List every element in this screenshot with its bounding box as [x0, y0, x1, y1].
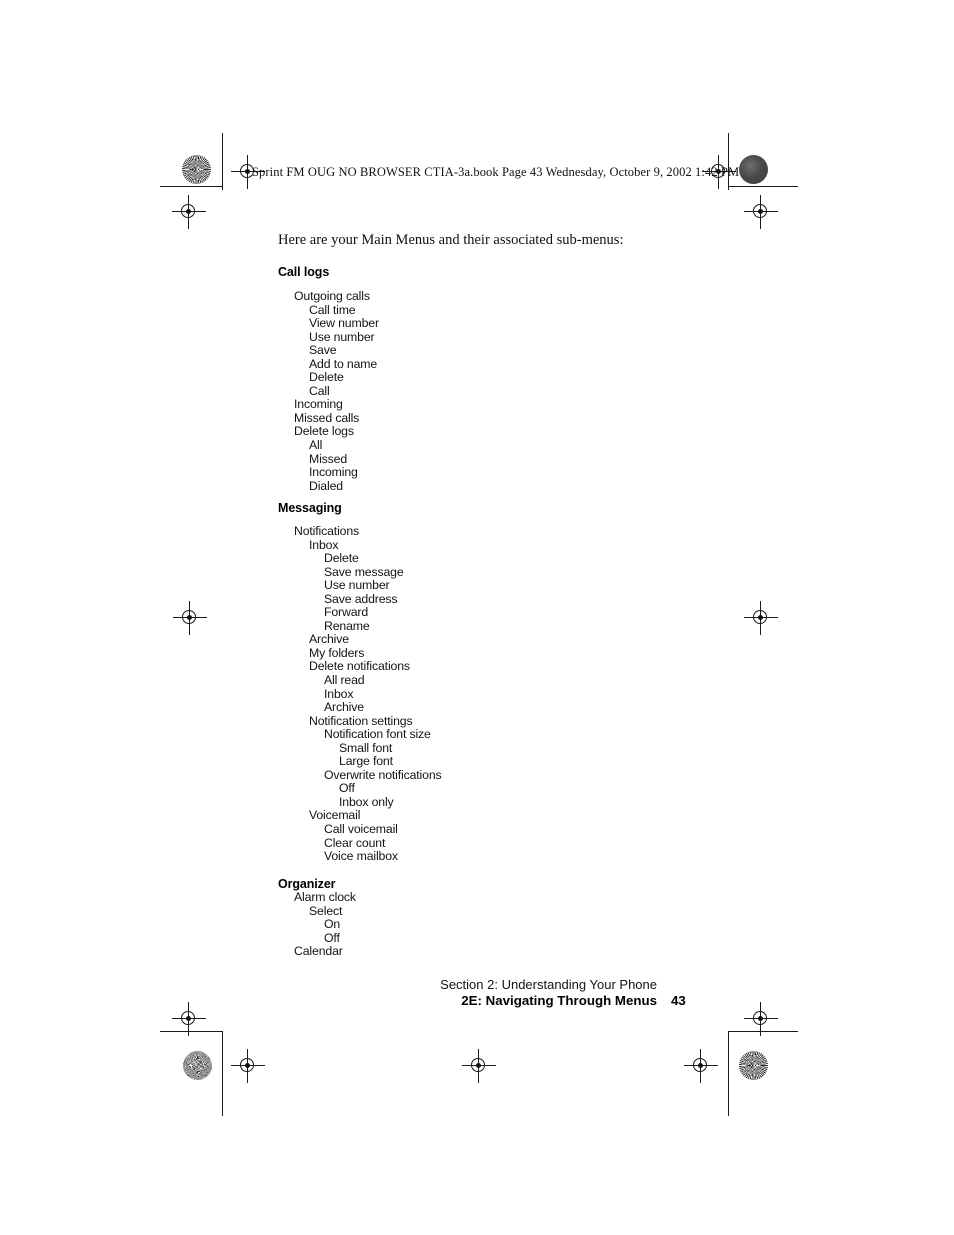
menu-item: Voicemail: [309, 808, 361, 823]
menu-item: Call time: [309, 302, 356, 317]
halftone-target-bottom-right: [739, 1051, 768, 1080]
menu-item: Missed: [309, 451, 348, 466]
menu-item: Save address: [324, 591, 398, 606]
menu-item: Clear count: [324, 835, 386, 850]
footer-page-number: 43: [671, 993, 686, 1008]
menu-item: Add to name: [309, 356, 378, 371]
menu-item: Inbox only: [339, 794, 394, 809]
registration-mark-middle-right: [744, 601, 778, 635]
halftone-target-top-right: [739, 155, 768, 184]
registration-mark-bottom-right-inner: [684, 1049, 718, 1083]
trim-rule-vertical-bottom-left: [222, 1031, 224, 1116]
menu-item: All: [309, 438, 323, 453]
trim-rule-bottom-left: [160, 1031, 222, 1033]
menu-item: Incoming: [309, 465, 358, 480]
menu-item: Delete logs: [294, 424, 354, 439]
menu-item: On: [324, 917, 341, 932]
printed-page: Sprint FM OUG NO BROWSER CTIA-3a.book Pa…: [0, 0, 954, 1235]
menu-item: Archive: [324, 700, 364, 715]
menu-item: Delete: [324, 551, 359, 566]
section-heading-organizer: Organizer: [278, 877, 336, 891]
registration-mark-upper-right: [744, 195, 778, 229]
menu-item: View number: [309, 316, 379, 331]
menu-list-organizer: Alarm clock Select On Off Calendar: [294, 890, 356, 959]
trim-rule-top-right: [728, 186, 798, 188]
trim-rule-bottom-right: [728, 1031, 798, 1033]
menu-item: Dialed: [309, 478, 343, 493]
menu-item: Missed calls: [294, 410, 360, 425]
menu-item: Overwrite notifications: [324, 767, 442, 782]
menu-item: My folders: [309, 645, 365, 660]
menu-item: Notification font size: [324, 727, 431, 742]
menu-item: Save message: [324, 564, 404, 579]
intro-paragraph: Here are your Main Menus and their assoc…: [278, 232, 624, 248]
menu-item: Save: [309, 343, 337, 358]
trim-rule-top-left: [160, 186, 222, 188]
menu-item: Voice mailbox: [324, 849, 398, 864]
menu-item: Off: [324, 930, 340, 945]
registration-mark-middle-left: [173, 601, 207, 635]
section-heading-call-logs: Call logs: [278, 265, 330, 279]
menu-item: Small font: [339, 740, 393, 755]
menu-item: Select: [309, 903, 343, 918]
menu-item: All read: [324, 673, 365, 688]
menu-item: Delete: [309, 370, 344, 385]
section-heading-messaging: Messaging: [278, 501, 342, 515]
trim-rule-vertical-bottom-right: [728, 1031, 730, 1116]
menu-list-call-logs: Outgoing calls Call time View number Use…: [294, 289, 379, 493]
menu-item: Call: [309, 383, 330, 398]
menu-item: Call voicemail: [324, 822, 398, 837]
menu-item: Incoming: [294, 397, 343, 412]
running-head: Sprint FM OUG NO BROWSER CTIA-3a.book Pa…: [252, 165, 740, 179]
menu-item: Notifications: [294, 524, 360, 538]
trim-rule-vertical-top-right: [728, 133, 730, 190]
halftone-target-bottom-left: [183, 1051, 212, 1080]
menu-item: Use number: [309, 329, 375, 344]
menu-item: Forward: [324, 605, 369, 620]
menu-item: Inbox: [309, 537, 339, 552]
footer-section-label: Section 2: Understanding Your Phone: [440, 977, 657, 992]
menu-item: Delete notifications: [309, 659, 410, 674]
menu-item: Inbox: [324, 686, 354, 701]
menu-item: Notification settings: [309, 713, 413, 728]
registration-mark-bottom-left-inner: [231, 1049, 265, 1083]
menu-item: Large font: [339, 754, 393, 769]
menu-item: Alarm clock: [294, 890, 356, 904]
menu-item: Off: [339, 781, 355, 796]
halftone-target-top-left: [182, 155, 211, 184]
menu-item: Rename: [324, 618, 370, 633]
menu-item: Calendar: [294, 944, 343, 959]
footer-chapter-label: 2E: Navigating Through Menus: [461, 993, 657, 1008]
menu-list-messaging: Notifications Inbox Delete Save message …: [294, 524, 442, 864]
menu-item: Use number: [324, 578, 390, 593]
registration-mark-upper-left: [172, 195, 206, 229]
registration-mark-bottom-center: [462, 1049, 496, 1083]
trim-rule-vertical-top-left: [222, 133, 224, 190]
menu-item: Outgoing calls: [294, 289, 370, 303]
menu-item: Archive: [309, 632, 349, 647]
